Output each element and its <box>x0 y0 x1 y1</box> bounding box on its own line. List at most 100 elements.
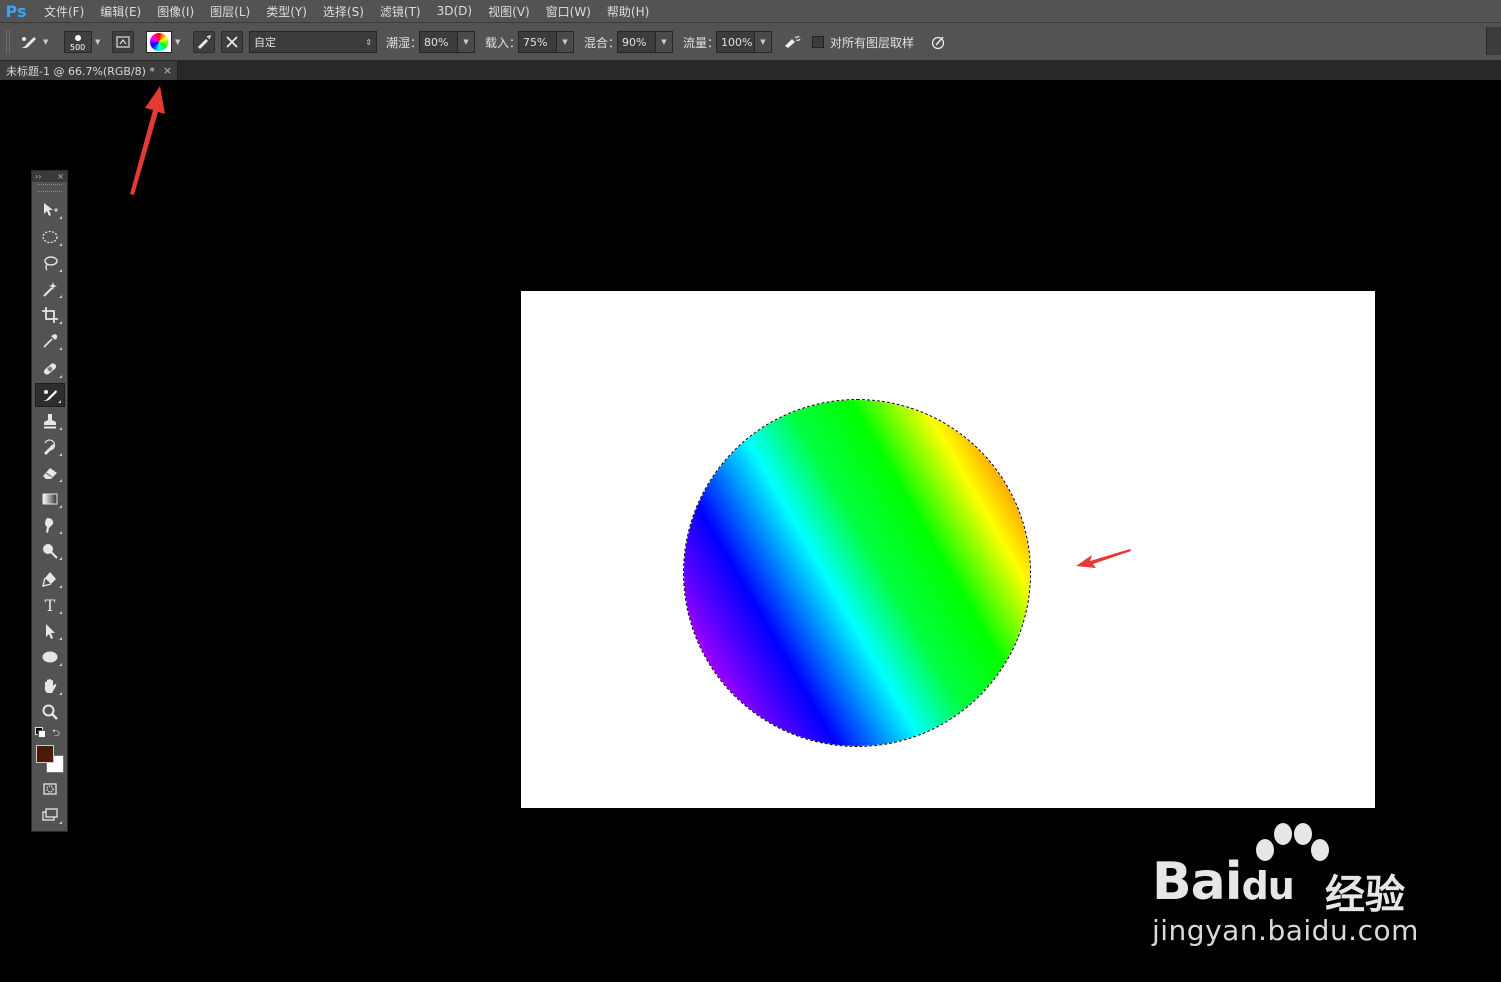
chevron-down-icon[interactable]: ▼ <box>457 32 474 52</box>
dodge-icon <box>43 544 58 559</box>
default-colors-icon[interactable] <box>35 727 46 738</box>
elliptical-marquee-tool[interactable] <box>35 225 65 249</box>
flow-label: 流量： <box>683 36 720 50</box>
watermark-brand: Baidu <box>1152 852 1295 912</box>
swap-colors-icon[interactable]: ⮌ <box>52 726 60 743</box>
brush-size-picker[interactable]: 500 ▼ <box>64 31 104 53</box>
ps-logo: Ps <box>5 1 27 21</box>
lasso-icon <box>44 256 58 271</box>
svg-text:T: T <box>45 596 56 614</box>
eyedropper-icon <box>43 334 58 348</box>
airbrush-button[interactable] <box>781 31 803 53</box>
blur-tool[interactable] <box>35 513 65 537</box>
menu-3d[interactable]: 3D(D) <box>429 4 480 18</box>
bandage-icon <box>43 363 57 375</box>
wet-value: 80% <box>424 35 449 49</box>
eyedropper-tool[interactable] <box>35 329 65 353</box>
tools-panel-header: ›› × <box>32 171 67 182</box>
hand-tool[interactable] <box>35 674 65 698</box>
close-icon[interactable]: × <box>57 172 64 181</box>
menu-filter[interactable]: 滤镜(T) <box>372 3 429 20</box>
options-grip[interactable] <box>6 31 10 53</box>
magic-wand-tool[interactable] <box>35 277 65 301</box>
document-canvas[interactable] <box>521 291 1375 808</box>
eraser-tool[interactable] <box>35 461 65 485</box>
healing-brush-tool[interactable] <box>35 357 65 381</box>
load-input[interactable]: 75% ▼ <box>518 31 574 53</box>
flow-input[interactable]: 100% ▼ <box>716 31 772 53</box>
menu-window[interactable]: 窗口(W) <box>538 3 599 20</box>
foreground-color-swatch[interactable] <box>36 745 54 763</box>
screen-mode-icon <box>42 808 58 821</box>
zoom-tool[interactable] <box>35 700 65 724</box>
screen-mode-button[interactable] <box>35 803 65 827</box>
wet-input[interactable]: 80% ▼ <box>419 31 475 53</box>
mixer-brush-tool[interactable] <box>35 383 65 407</box>
blend-preset-select[interactable]: 自定 ⇕ <box>249 31 377 53</box>
load-brush-after-stroke-button[interactable] <box>193 31 215 53</box>
pressure-button[interactable] <box>928 31 948 53</box>
watermark-brand-cn: 经验 <box>1325 872 1405 918</box>
magic-wand-icon <box>43 282 57 297</box>
lasso-tool[interactable] <box>35 251 65 275</box>
gradient-tool[interactable] <box>35 487 65 511</box>
clone-stamp-tool[interactable] <box>35 409 65 433</box>
move-icon <box>44 203 58 216</box>
type-tool[interactable]: T <box>35 593 65 617</box>
tool-preset-picker[interactable]: ▼ <box>18 31 52 53</box>
quick-mask-icon <box>43 783 57 795</box>
annotation-arrow-up-icon <box>130 86 165 195</box>
quick-mask-button[interactable] <box>35 777 65 801</box>
brush-panel-toggle-button[interactable] <box>112 31 134 53</box>
pen-pressure-icon <box>931 36 945 50</box>
mixer-brush-icon <box>43 390 57 401</box>
document-tab-title: 未标题-1 @ 66.7%(RGB/8) * <box>6 64 155 78</box>
updown-icon: ⇕ <box>365 37 372 47</box>
document-tab[interactable]: 未标题-1 @ 66.7%(RGB/8) * × <box>0 61 178 80</box>
load-value: 75% <box>523 35 548 49</box>
watermark-brand-bai: Bai <box>1152 852 1243 912</box>
crop-tool[interactable] <box>35 303 65 327</box>
mixer-brush-icon <box>21 37 36 48</box>
history-brush-tool[interactable] <box>35 435 65 459</box>
tools-panel-grip[interactable] <box>37 184 62 192</box>
brush-panel-icon <box>116 36 130 48</box>
brush-dot-icon <box>75 35 81 41</box>
load-swatch <box>146 31 172 53</box>
expand-icon[interactable]: ›› <box>35 172 41 181</box>
menu-image[interactable]: 图像(I) <box>149 3 202 20</box>
selection-marching-ants <box>683 399 1031 747</box>
move-tool[interactable] <box>35 198 65 222</box>
hand-icon <box>44 679 57 693</box>
stamp-icon <box>44 414 56 429</box>
menu-view[interactable]: 视图(V) <box>480 3 538 20</box>
smudge-icon <box>45 518 54 533</box>
chevron-down-icon[interactable]: ▼ <box>655 32 672 52</box>
close-icon[interactable]: × <box>163 64 172 77</box>
rainbow-swatch-icon <box>150 33 168 51</box>
menu-select[interactable]: 选择(S) <box>315 3 372 20</box>
menu-type[interactable]: 类型(Y) <box>258 3 315 20</box>
panel-collapse-handle[interactable] <box>1486 27 1501 55</box>
magnifier-icon <box>42 704 58 720</box>
path-selection-tool[interactable] <box>35 619 65 643</box>
pen-tool[interactable] <box>35 567 65 591</box>
menu-help[interactable]: 帮助(H) <box>599 3 657 20</box>
menu-edit[interactable]: 编辑(E) <box>92 3 149 20</box>
sample-all-layers-checkbox[interactable] <box>812 36 824 48</box>
menu-file[interactable]: 文件(F) <box>36 3 92 20</box>
load-brush-icon <box>198 34 212 49</box>
ellipse-shape-tool[interactable] <box>35 645 65 669</box>
chevron-down-icon[interactable]: ▼ <box>556 32 573 52</box>
menu-layer[interactable]: 图层(L) <box>202 3 258 20</box>
menu-bar: Ps 文件(F) 编辑(E) 图像(I) 图层(L) 类型(Y) 选择(S) 滤… <box>0 0 1501 23</box>
ellipse-shape-icon <box>42 651 58 663</box>
annotation-arrow-left-icon <box>1076 549 1131 568</box>
chevron-down-icon[interactable]: ▼ <box>754 32 771 52</box>
dodge-tool[interactable] <box>35 539 65 563</box>
eraser-icon <box>43 468 57 479</box>
current-brush-load-swatch[interactable]: ▼ <box>146 31 186 53</box>
clean-brush-after-stroke-button[interactable] <box>221 31 243 53</box>
brush-size-value: 500 <box>70 43 86 52</box>
mix-input[interactable]: 90% ▼ <box>617 31 673 53</box>
